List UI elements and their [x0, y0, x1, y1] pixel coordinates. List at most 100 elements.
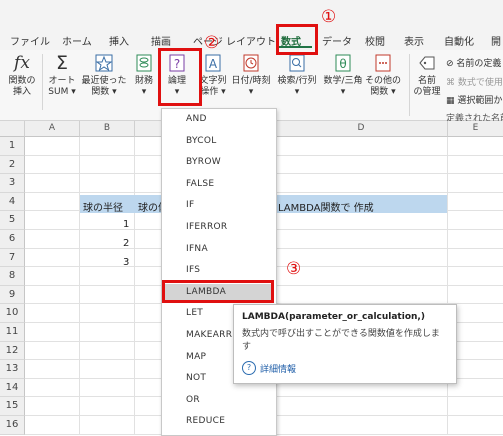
row-header[interactable]: 14	[0, 378, 25, 398]
row-header[interactable]: 8	[0, 267, 25, 286]
lookup-label-1: 検索/行列	[277, 76, 317, 86]
tab-more[interactable]: 開	[491, 33, 501, 48]
function-item-ifs[interactable]: IFS	[186, 265, 200, 275]
help-icon: ?	[242, 361, 256, 375]
row-header[interactable]: 15	[0, 397, 25, 416]
marker-1: ①	[321, 7, 337, 27]
datetime-label-1: 日付/時刻	[231, 76, 271, 86]
tab-view[interactable]: 表示	[404, 33, 424, 48]
cell-b4[interactable]: 球の半径	[83, 199, 123, 214]
recent-label-2: 関数 ▾	[91, 87, 117, 97]
datetime-button[interactable]: 日付/時刻 ▾	[229, 52, 273, 98]
row-header[interactable]: 9	[0, 285, 25, 305]
svg-text:θ: θ	[339, 57, 346, 71]
column-gridline	[447, 137, 448, 434]
star-icon	[93, 52, 115, 74]
tooltip-signature: LAMBDA(parameter_or_calculation,)	[242, 312, 425, 322]
marker-2: ②	[204, 33, 220, 53]
sigma-icon: Σ	[55, 51, 68, 74]
insert-function-button[interactable]: fx 関数の 挿入	[6, 52, 38, 98]
cell-b7[interactable]: 3	[123, 257, 129, 268]
function-item-let[interactable]: LET	[186, 308, 203, 318]
logical-functions-dropdown: AND BYCOL BYROW FALSE IF IFERROR IFNA IFS LAMBDA…	[161, 108, 277, 436]
column-header-a[interactable]: A	[25, 121, 80, 137]
row-header[interactable]: 13	[0, 360, 25, 379]
function-tooltip: LAMBDA(parameter_or_calculation,) 数式内で呼び…	[233, 304, 457, 384]
more-functions-button[interactable]: その他の 関数 ▾	[364, 52, 402, 98]
column-header-c[interactable]	[135, 121, 162, 137]
tab-review[interactable]: 校閲	[365, 33, 385, 48]
tab-home[interactable]: ホーム	[62, 33, 92, 48]
row-header[interactable]: 2	[0, 155, 25, 175]
function-item-false[interactable]: FALSE	[186, 179, 214, 189]
more-functions-icon	[372, 52, 394, 74]
row-header[interactable]: 3	[0, 174, 25, 193]
text-a-icon: A	[202, 52, 224, 74]
ribbon-tab-bar: ファイル ホーム 挿入 描画 ページ レイアウト 数式 データ 校閲 表示 自動…	[0, 0, 503, 50]
recent-functions-button[interactable]: 最近使った 関数 ▾	[80, 52, 128, 98]
tab-draw[interactable]: 描画	[151, 33, 171, 48]
function-item-byrow[interactable]: BYROW	[186, 157, 221, 167]
row-header[interactable]: 7	[0, 248, 25, 268]
function-item-and[interactable]: AND	[186, 114, 207, 124]
financial-label-1: 財務	[134, 76, 153, 86]
insert-function-label-2: 挿入	[12, 87, 31, 97]
more-info-link[interactable]: 詳細情報	[260, 362, 296, 375]
tab-data[interactable]: データ	[322, 33, 352, 48]
cell-b5[interactable]: 1	[123, 219, 129, 230]
cell-d4[interactable]: LAMBDA関数で 作成	[278, 199, 374, 214]
tag-icon: ⊘	[446, 59, 454, 69]
more-label-2: 関数 ▾	[370, 87, 396, 97]
row-header[interactable]: 6	[0, 230, 25, 249]
function-item-bycol[interactable]: BYCOL	[186, 136, 217, 146]
cell-b6[interactable]: 2	[123, 238, 129, 249]
highlight-logical-button	[158, 48, 202, 106]
function-item-map[interactable]: MAP	[186, 352, 206, 362]
column-header-d[interactable]: D	[275, 121, 448, 137]
tab-file[interactable]: ファイル	[10, 33, 50, 48]
grid-icon: ▦	[446, 96, 455, 106]
ribbon-divider	[42, 54, 43, 110]
name-manager-label-2: の管理	[413, 87, 441, 97]
math-trig-button[interactable]: θ 数学/三角 ▾	[320, 52, 366, 98]
row-header[interactable]: 1	[0, 137, 25, 156]
name-manager-button[interactable]: 名前 の管理	[412, 52, 442, 98]
insert-function-label-1: 関数の	[8, 76, 36, 86]
function-item-reduce[interactable]: REDUCE	[186, 416, 225, 426]
lookup-button[interactable]: 検索/行列 ▾	[274, 52, 320, 98]
tab-insert[interactable]: 挿入	[109, 33, 129, 48]
function-item-if[interactable]: IF	[186, 200, 194, 210]
row-header[interactable]: 5	[0, 211, 25, 230]
name-manager-label-1: 名前	[417, 76, 436, 86]
select-all-corner[interactable]	[0, 121, 25, 137]
financial-button[interactable]: 財務 ▾	[130, 52, 158, 98]
highlight-lambda-item	[162, 280, 274, 303]
define-name-button[interactable]: ⊘ 名前の定義	[446, 56, 501, 69]
fx-icon: fx	[14, 52, 30, 73]
row-header[interactable]: 11	[0, 323, 25, 342]
autosum-button[interactable]: Σ オート SUM ▾	[46, 52, 78, 98]
function-item-iferror[interactable]: IFERROR	[186, 222, 227, 232]
autosum-label-1: オート	[48, 76, 76, 86]
tab-automate[interactable]: 自動化	[444, 33, 474, 48]
use-in-formula-label: 数式で使用	[457, 78, 503, 88]
create-from-selection-button[interactable]: ▦ 選択範囲から	[446, 93, 503, 106]
column-gridline	[134, 137, 135, 434]
clock-icon	[240, 52, 262, 74]
ribbon-divider	[409, 54, 410, 116]
function-item-or[interactable]: OR	[186, 395, 200, 405]
column-gridline	[79, 137, 80, 434]
row-header[interactable]: 10	[0, 304, 25, 323]
function-item-makearr[interactable]: MAKEARR	[186, 330, 232, 340]
financial-icon	[133, 52, 155, 74]
row-header[interactable]: 12	[0, 341, 25, 361]
column-header-b[interactable]: B	[80, 121, 135, 137]
function-item-not[interactable]: NOT	[186, 373, 206, 383]
use-in-formula-button[interactable]: ⌘ 数式で使用	[446, 75, 503, 88]
row-header[interactable]: 4	[0, 192, 25, 212]
define-name-label: 名前の定義	[456, 59, 502, 69]
theta-icon: θ	[332, 52, 354, 74]
function-item-ifna[interactable]: IFNA	[186, 244, 208, 254]
row-header[interactable]: 16	[0, 416, 25, 435]
column-header-e[interactable]: E	[448, 121, 503, 137]
